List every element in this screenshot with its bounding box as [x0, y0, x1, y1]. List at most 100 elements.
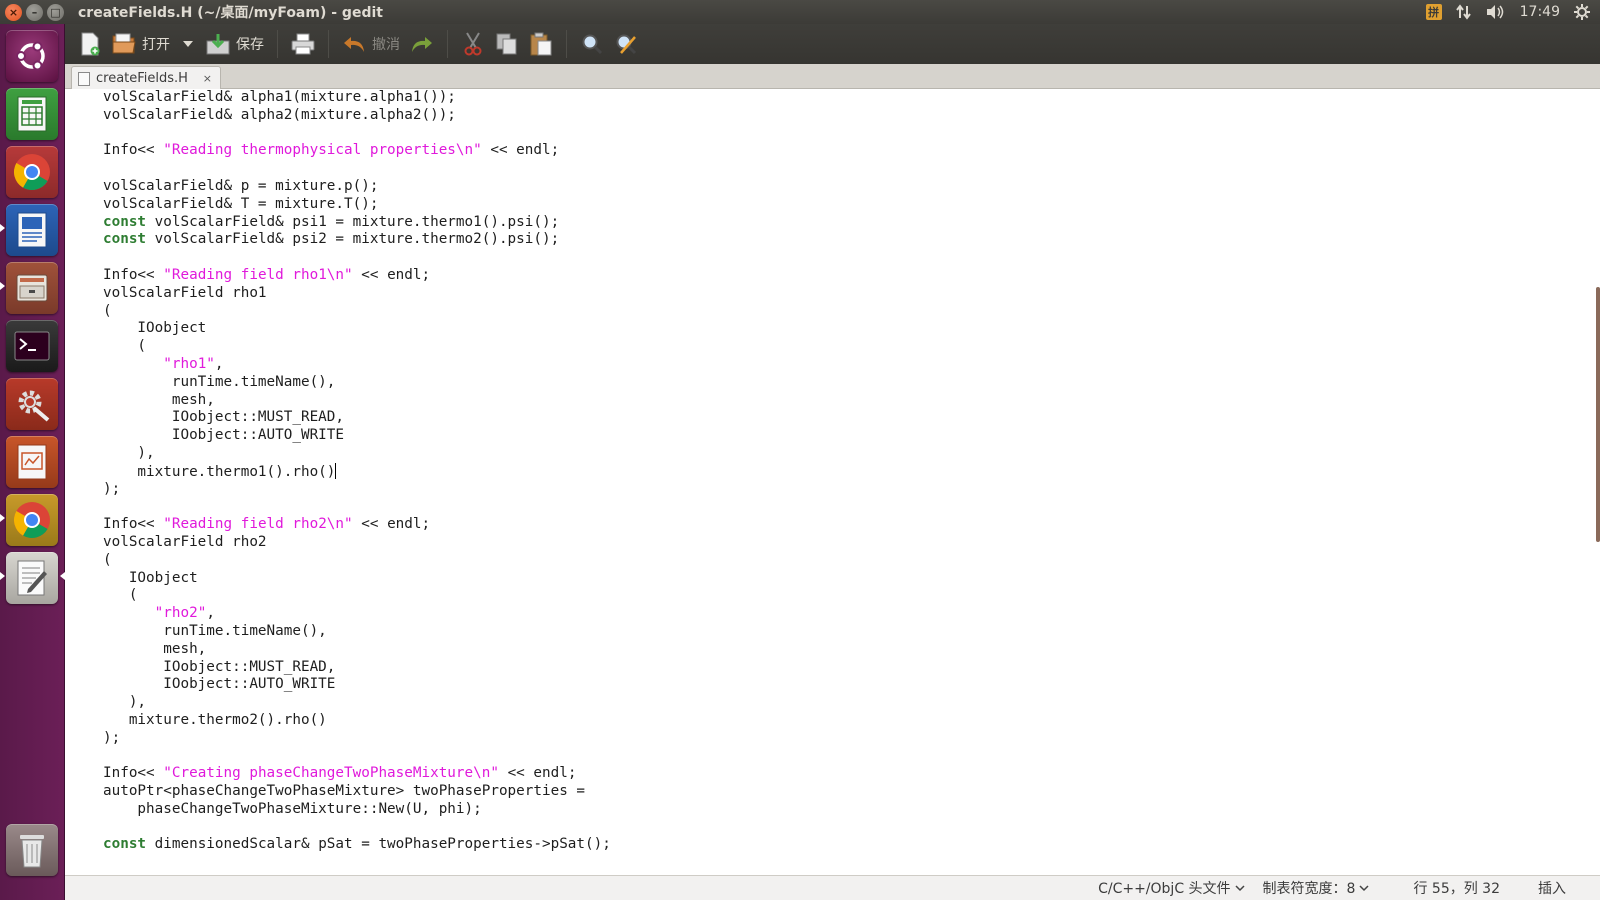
- save-label: 保存: [236, 37, 264, 53]
- window-controls: × – □: [0, 3, 64, 21]
- sound-indicator[interactable]: [1486, 4, 1506, 20]
- save-icon: [206, 32, 230, 56]
- cursor-position: 行 55，列 32: [1413, 878, 1500, 898]
- code-text: volScalarField& alpha2(mixture.alpha2())…: [103, 106, 456, 123]
- running-indicator: [0, 514, 5, 522]
- minimize-window-button[interactable]: –: [26, 3, 43, 21]
- system-menu[interactable]: [1574, 4, 1590, 20]
- code-text: volScalarField& psi2 = mixture.thermo2()…: [146, 231, 560, 248]
- code-text: ),: [103, 444, 155, 461]
- launcher-dash-home[interactable]: [6, 30, 58, 82]
- launcher-terminal[interactable]: [6, 320, 58, 372]
- code-text: );: [103, 729, 121, 746]
- code-line: IOobject: [103, 570, 611, 588]
- code-text: IOobject::MUST_READ,: [103, 409, 345, 426]
- code-line: Info<< "Creating phaseChangeTwoPhaseMixt…: [103, 765, 611, 783]
- running-indicator: [0, 282, 5, 290]
- code-line: );: [103, 481, 611, 499]
- search-replace-icon: [614, 32, 638, 56]
- code-line: "rho2",: [103, 605, 611, 623]
- open-button[interactable]: 打开: [107, 28, 175, 60]
- tab-createfields[interactable]: createFields.H ×: [71, 66, 221, 90]
- save-button[interactable]: 保存: [201, 28, 269, 60]
- code-text: volScalarField& alpha1(mixture.alpha1())…: [103, 89, 456, 105]
- code-line: Info<< "Reading thermophysical propertie…: [103, 142, 611, 160]
- launcher-gedit[interactable]: [6, 552, 58, 604]
- find-replace-button[interactable]: [609, 28, 643, 60]
- code-line: ),: [103, 445, 611, 463]
- language-selector[interactable]: C/C++/ObjC 头文件: [1098, 878, 1245, 898]
- tab-width-selector[interactable]: 制表符宽度：8: [1263, 878, 1370, 898]
- tab-width-label: 制表符宽度：8: [1262, 881, 1356, 897]
- string-literal: "Creating phaseChangeTwoPhaseMixture\n": [163, 765, 499, 782]
- code-text: volScalarField& p = mixture.p();: [103, 177, 379, 194]
- code-line: runTime.timeName(),: [103, 374, 611, 392]
- launcher-settings[interactable]: [6, 378, 58, 430]
- launcher-calc[interactable]: [6, 88, 58, 140]
- code-line: Info<< "Reading field rho1\n" << endl;: [103, 267, 611, 285]
- maximize-window-button[interactable]: □: [47, 3, 64, 21]
- printer-icon: [291, 32, 315, 56]
- toolbar-separator: [566, 30, 567, 58]
- undo-button[interactable]: 撤消: [337, 28, 405, 60]
- close-window-button[interactable]: ×: [5, 3, 22, 21]
- code-text: );: [103, 480, 121, 497]
- code-text: runTime.timeName(),: [103, 622, 327, 639]
- insert-mode-label: 插入: [1538, 881, 1566, 897]
- cut-button[interactable]: [456, 28, 490, 60]
- launcher-writer[interactable]: [6, 204, 58, 256]
- code-text: Info<<: [103, 266, 164, 283]
- code-line: Info<< "Reading field rho2\n" << endl;: [103, 516, 611, 534]
- status-bar: C/C++/ObjC 头文件 制表符宽度：8 行 55，列 32 插入: [65, 875, 1600, 900]
- code-text: ,: [206, 605, 215, 622]
- code-text: << endl;: [481, 142, 560, 159]
- code-text: phaseChangeTwoPhaseMixture::New(U, phi);: [103, 800, 482, 817]
- scrollbar-thumb[interactable]: [1596, 287, 1600, 542]
- system-settings-icon: [18, 390, 50, 422]
- open-recent-dropdown[interactable]: [175, 28, 201, 60]
- code-line: (: [103, 587, 611, 605]
- toolbar: 打开 保存 撤消: [65, 24, 1600, 64]
- keyboard-indicator[interactable]: 拼: [1425, 4, 1442, 20]
- code-text: dimensionedScalar& pSat = twoPhaseProper…: [146, 836, 611, 853]
- code-text: ,: [214, 355, 224, 372]
- code-line: const volScalarField& psi2 = mixture.the…: [103, 231, 611, 249]
- new-document-button[interactable]: [73, 28, 107, 60]
- toolbar-separator: [328, 30, 329, 58]
- copy-button[interactable]: [490, 28, 524, 60]
- code-text: IOobject: [103, 320, 207, 337]
- redo-button[interactable]: [405, 28, 439, 60]
- spreadsheet-icon: [17, 96, 47, 132]
- tab-bar: createFields.H ×: [65, 64, 1600, 90]
- open-folder-icon: [112, 32, 136, 56]
- undo-arrow-icon: [342, 32, 366, 56]
- network-indicator[interactable]: [1455, 4, 1472, 20]
- code-content[interactable]: volScalarField& alpha1(mixture.alpha1())…: [103, 89, 611, 854]
- launcher-impress[interactable]: [6, 436, 58, 488]
- paste-button[interactable]: [524, 28, 558, 60]
- code-text: mixture.thermo1().rho(): [103, 463, 336, 480]
- code-text: IOobject: [103, 569, 198, 586]
- code-line: mesh,: [103, 392, 611, 410]
- toolbar-separator: [447, 30, 448, 58]
- string-literal: "Reading field rho1\n": [163, 266, 353, 283]
- find-button[interactable]: [575, 28, 609, 60]
- running-indicator: [0, 572, 5, 580]
- indicator-area: 拼 17:49: [1425, 4, 1600, 20]
- dropdown-arrow-icon: [183, 41, 193, 47]
- clock[interactable]: 17:49: [1520, 4, 1560, 20]
- tab-close-button[interactable]: ×: [203, 72, 212, 85]
- print-button[interactable]: [286, 28, 320, 60]
- keyword-token: const: [103, 213, 147, 230]
- text-editor-area[interactable]: volScalarField& alpha1(mixture.alpha1())…: [65, 89, 1600, 875]
- launcher-chrome[interactable]: [6, 146, 58, 198]
- chevron-down-icon: [1359, 884, 1369, 891]
- launcher-chrome-2[interactable]: [6, 494, 58, 546]
- code-line: volScalarField& alpha1(mixture.alpha1())…: [103, 89, 611, 107]
- launcher-files[interactable]: [6, 262, 58, 314]
- launcher-trash[interactable]: [6, 824, 58, 876]
- code-line: const dimensionedScalar& pSat = twoPhase…: [103, 836, 611, 854]
- code-text: << endl;: [352, 516, 431, 533]
- code-line: "rho1",: [103, 356, 611, 374]
- tab-label: createFields.H: [96, 71, 188, 86]
